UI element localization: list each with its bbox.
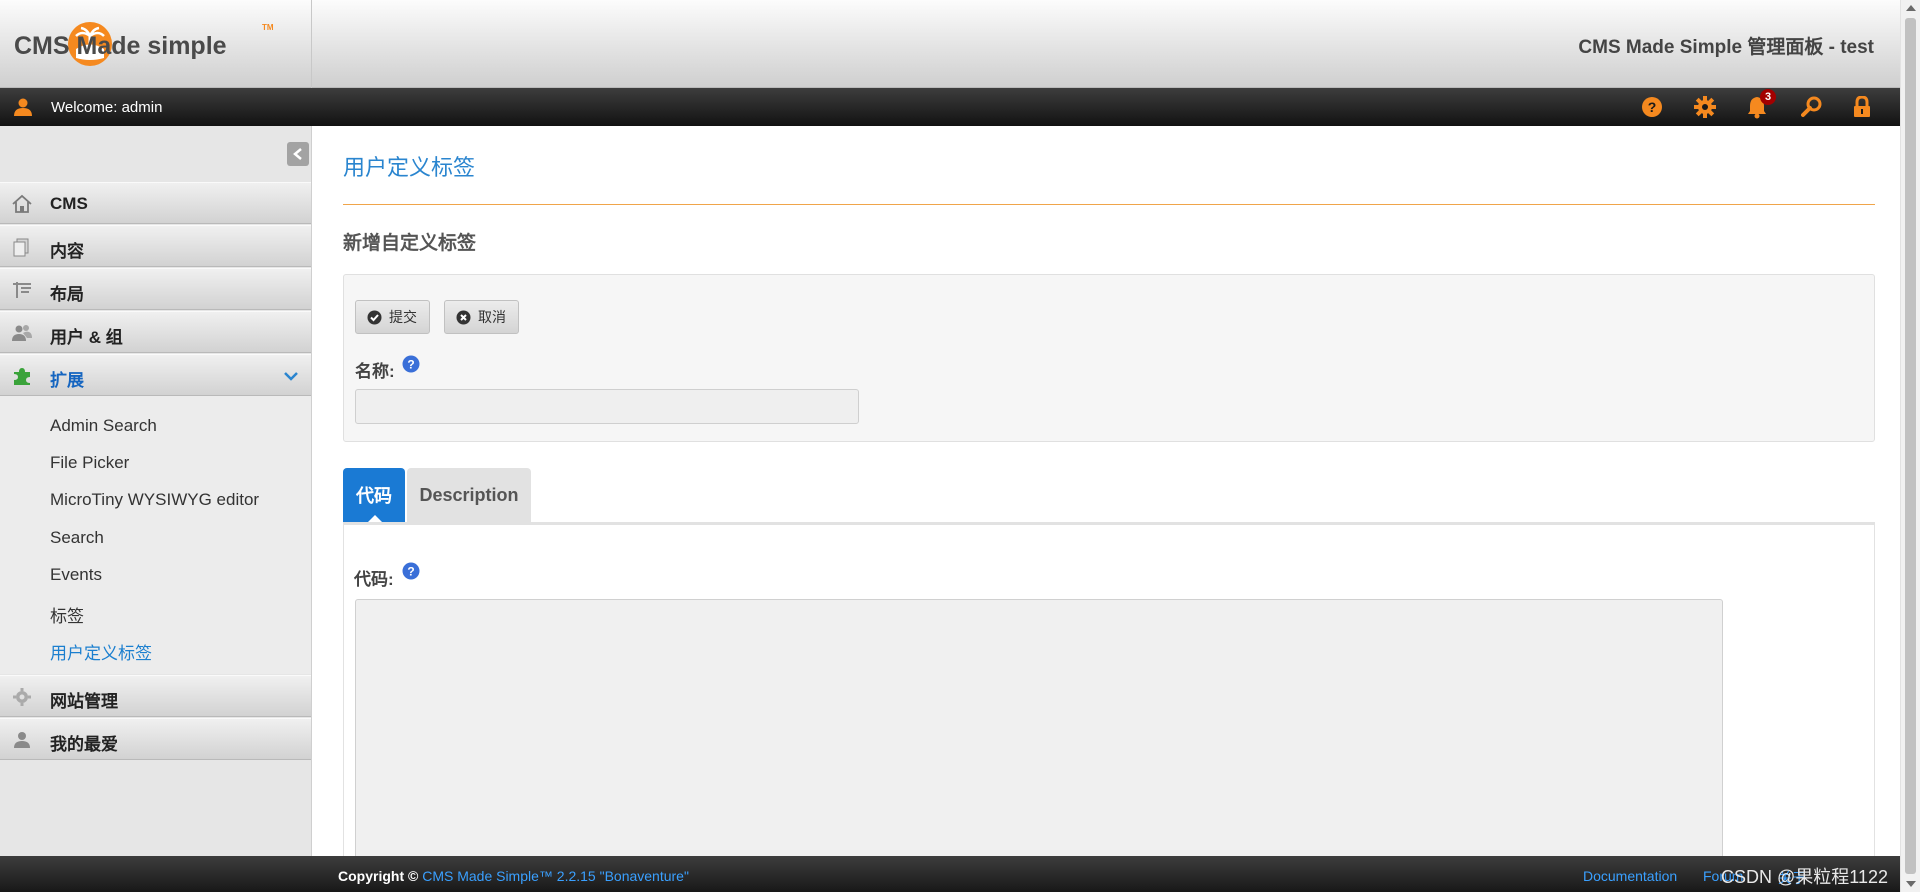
submit-button[interactable]: 提交 [355, 300, 430, 334]
chevron-down-icon [284, 372, 298, 381]
welcome-text: Welcome: admin [51, 99, 163, 116]
tab-description[interactable]: Description [407, 468, 531, 522]
help-icon[interactable]: ? [402, 355, 420, 373]
search-icon[interactable] [1799, 94, 1825, 120]
header-title: CMS Made Simple 管理面板 - test [1578, 37, 1874, 58]
home-icon [12, 194, 32, 213]
watermark: CSDN @果粒程1122 [1721, 867, 1888, 887]
layout-icon [13, 282, 31, 298]
close-circle-icon [456, 310, 471, 324]
puzzle-icon [14, 368, 30, 385]
pages-icon [13, 238, 29, 257]
cms-logo[interactable]: CMS Made simple TM [14, 18, 274, 70]
vertical-scrollbar[interactable] [1900, 0, 1920, 892]
submenu-item-events[interactable]: Events [50, 565, 102, 585]
check-circle-icon [367, 310, 382, 324]
sidebar-item-label: 网站管理 [50, 692, 118, 711]
cancel-button-label: 取消 [478, 309, 506, 325]
sidebar: CMS 内容 布局 用户 & 组 扩展 Admin Search File Pi… [0, 126, 312, 856]
sidebar-item-label: CMS [50, 194, 88, 213]
extensions-submenu: Admin Search File Picker MicroTiny WYSIW… [0, 396, 311, 674]
app-window: CMS Made simple TM CMS Made Simple 管理面板 … [0, 0, 1920, 892]
main-content: 用户定义标签 新增自定义标签 提交 取消 名称: ? 代码 Descriptio… [312, 126, 1900, 879]
logo-text: CMS Made simple [14, 32, 227, 60]
sidebar-item-favorites[interactable]: 我的最爱 [0, 718, 311, 760]
sidebar-item-extensions[interactable]: 扩展 [0, 354, 311, 396]
code-label: 代码: [354, 570, 394, 589]
logo-area: CMS Made simple TM [0, 0, 312, 88]
chevron-left-icon [293, 148, 302, 160]
tab-code[interactable]: 代码 [343, 468, 405, 522]
sidebar-item-users-groups[interactable]: 用户 & 组 [0, 311, 311, 353]
gear-icon [13, 688, 31, 706]
title-divider [343, 204, 1875, 205]
logo-trademark: TM [262, 23, 274, 32]
name-input[interactable] [355, 389, 859, 424]
tag-form: 提交 取消 名称: ? [343, 274, 1875, 442]
settings-icon[interactable] [1692, 94, 1718, 120]
cms-version-link[interactable]: CMS Made Simple™ 2.2.15 "Bonaventure" [422, 868, 689, 884]
footer: Copyright © CMS Made Simple™ 2.2.15 "Bon… [0, 856, 1900, 892]
user-icon [14, 98, 32, 116]
sidebar-item-layout[interactable]: 布局 [0, 268, 311, 310]
svg-text:?: ? [1648, 99, 1657, 115]
scroll-down-arrow[interactable] [1906, 881, 1916, 887]
section-heading: 新增自定义标签 [343, 233, 477, 254]
lock-icon[interactable] [1849, 94, 1875, 120]
sidebar-item-label: 扩展 [50, 371, 84, 390]
users-icon [12, 325, 32, 341]
copyright-text: Copyright © [338, 868, 419, 884]
copyright: Copyright © CMS Made Simple™ 2.2.15 "Bon… [338, 868, 689, 884]
sidebar-item-label: 内容 [50, 242, 84, 261]
submit-button-label: 提交 [389, 309, 417, 325]
collapse-sidebar-button[interactable] [287, 142, 309, 166]
user-icon [14, 732, 30, 748]
notifications-icon[interactable]: 3 [1744, 89, 1776, 120]
submenu-item-search[interactable]: Search [50, 528, 104, 548]
scroll-up-arrow[interactable] [1906, 5, 1916, 11]
cancel-button[interactable]: 取消 [444, 300, 519, 334]
svg-text:?: ? [407, 565, 414, 579]
top-bar: Welcome: admin ? 3 [0, 88, 1900, 126]
documentation-link[interactable]: Documentation [1583, 868, 1677, 884]
page-title: 用户定义标签 [343, 155, 476, 180]
code-editor[interactable] [355, 599, 1723, 879]
sidebar-item-content[interactable]: 内容 [0, 225, 311, 267]
code-tab-panel: 代码: ? [343, 522, 1875, 879]
scrollbar-thumb[interactable] [1905, 18, 1916, 874]
sidebar-item-cms[interactable]: CMS [0, 182, 311, 224]
submenu-item-tags[interactable]: 标签 [50, 602, 84, 627]
submenu-item-microtiny[interactable]: MicroTiny WYSIWYG editor [50, 490, 259, 510]
sidebar-item-site-admin[interactable]: 网站管理 [0, 675, 311, 717]
help-icon[interactable]: ? [402, 562, 420, 580]
sidebar-item-label: 我的最爱 [50, 735, 118, 754]
submenu-item-file-picker[interactable]: File Picker [50, 453, 129, 473]
sidebar-item-label: 用户 & 组 [50, 328, 123, 347]
name-label: 名称: [355, 362, 395, 381]
submenu-item-admin-search[interactable]: Admin Search [50, 416, 157, 436]
header: CMS Made simple TM CMS Made Simple 管理面板 … [0, 0, 1900, 88]
notification-badge: 3 [1760, 89, 1776, 105]
sidebar-item-label: 布局 [50, 285, 84, 304]
help-icon[interactable]: ? [1639, 94, 1665, 120]
svg-text:?: ? [407, 358, 414, 372]
submenu-item-user-defined-tags[interactable]: 用户定义标签 [50, 639, 152, 664]
